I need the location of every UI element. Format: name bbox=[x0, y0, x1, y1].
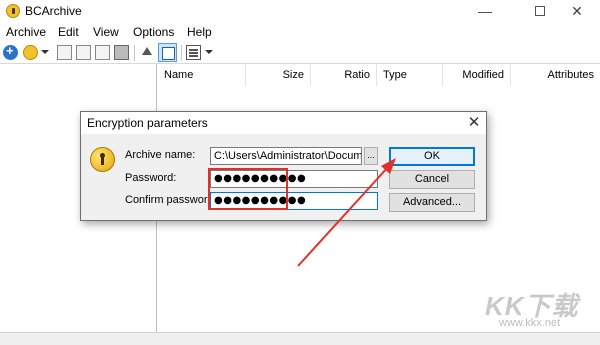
folder-tree-icon[interactable] bbox=[158, 43, 177, 62]
column-modified[interactable]: Modified bbox=[443, 64, 511, 86]
column-ratio[interactable]: Ratio bbox=[311, 64, 377, 86]
new-archive-icon[interactable] bbox=[3, 43, 18, 60]
password-label: Password: bbox=[125, 172, 177, 184]
password-highlight-box bbox=[208, 168, 288, 210]
window-title: BCArchive bbox=[25, 4, 82, 18]
archive-name-field[interactable]: C:\Users\Administrator\Documents\ bbox=[210, 147, 362, 165]
watermark-logo: KK下载 www.kkx.net bbox=[477, 286, 597, 331]
title-bar: BCArchive — ✕ bbox=[0, 0, 600, 23]
watermark-url: www.kkx.net bbox=[499, 317, 561, 329]
toolbar-divider bbox=[181, 45, 182, 61]
menu-help[interactable]: Help bbox=[187, 25, 212, 39]
open-dropdown-icon[interactable] bbox=[41, 50, 49, 54]
app-lock-icon bbox=[6, 4, 20, 18]
add-files-icon[interactable] bbox=[57, 45, 72, 60]
menu-bar: Archive Edit View Options Help bbox=[0, 23, 600, 42]
menu-options[interactable]: Options bbox=[133, 25, 174, 39]
archive-name-label: Archive name: bbox=[125, 149, 196, 161]
dialog-title: Encryption parameters bbox=[87, 116, 208, 130]
browse-button[interactable]: ... bbox=[364, 147, 378, 165]
menu-archive[interactable]: Archive bbox=[6, 25, 46, 39]
toolbar-divider bbox=[134, 45, 135, 61]
column-attributes[interactable]: Attributes bbox=[511, 64, 600, 86]
add-folder-icon[interactable] bbox=[76, 45, 91, 60]
ok-button[interactable]: OK bbox=[389, 147, 475, 166]
view-mode-icon[interactable] bbox=[186, 45, 201, 60]
dialog-title-bar: Encryption parameters ✕ bbox=[81, 112, 486, 134]
toolbar bbox=[0, 42, 600, 64]
maximize-icon bbox=[535, 6, 545, 16]
delete-icon[interactable] bbox=[114, 45, 129, 60]
column-name[interactable]: Name bbox=[158, 64, 246, 86]
open-archive-icon[interactable] bbox=[23, 45, 38, 60]
close-window-button[interactable]: ✕ bbox=[554, 0, 600, 23]
extract-icon[interactable] bbox=[95, 45, 110, 60]
key-lock-icon bbox=[90, 147, 115, 172]
status-bar bbox=[0, 332, 600, 345]
menu-edit[interactable]: Edit bbox=[58, 25, 79, 39]
column-type[interactable]: Type bbox=[377, 64, 443, 86]
advanced-button[interactable]: Advanced... bbox=[389, 193, 475, 212]
dialog-close-button[interactable]: ✕ bbox=[464, 113, 484, 133]
column-size[interactable]: Size bbox=[246, 64, 311, 86]
minimize-button[interactable]: — bbox=[462, 0, 508, 23]
up-folder-icon[interactable] bbox=[139, 45, 154, 60]
cancel-button[interactable]: Cancel bbox=[389, 170, 475, 189]
view-dropdown-icon[interactable] bbox=[205, 50, 213, 54]
menu-view[interactable]: View bbox=[93, 25, 119, 39]
confirm-password-label: Confirm password: bbox=[125, 194, 217, 206]
